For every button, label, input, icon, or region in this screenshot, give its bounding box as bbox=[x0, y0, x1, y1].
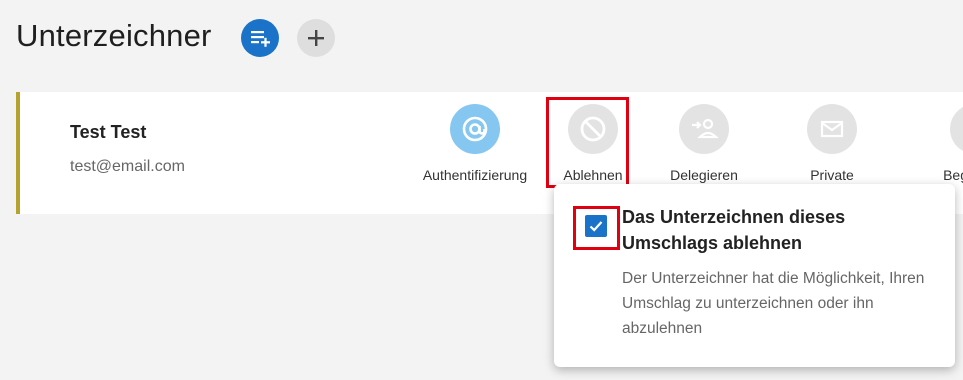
popover-title: Das Unterzeichnen dieses Umschlags ableh… bbox=[622, 207, 846, 253]
decline-popover: Das Unterzeichnen dieses Umschlags ableh… bbox=[554, 184, 955, 367]
circle-icon bbox=[950, 104, 963, 154]
signer-email: test@email.com bbox=[70, 158, 185, 175]
page-title: Unterzeichner bbox=[16, 18, 212, 53]
at-icon bbox=[462, 116, 488, 142]
option-more[interactable]: Beg… k… bbox=[910, 104, 963, 183]
add-button[interactable] bbox=[297, 19, 335, 57]
decline-checkbox[interactable] bbox=[585, 215, 607, 237]
plus-icon bbox=[308, 30, 324, 46]
option-delegieren[interactable]: Delegieren bbox=[639, 104, 769, 183]
option-label: Delegieren bbox=[670, 167, 738, 183]
option-private[interactable]: Private bbox=[767, 104, 897, 183]
option-label: Private bbox=[810, 167, 854, 183]
option-authentifizierung[interactable]: Authentifizierung bbox=[410, 104, 540, 183]
popover-description: Der Unterzeichner hat die Möglichkeit, I… bbox=[622, 270, 925, 337]
option-label: Beg… k… bbox=[943, 167, 963, 183]
playlist-add-icon bbox=[251, 31, 270, 47]
delegate-icon bbox=[692, 118, 719, 139]
add-signer-list-button[interactable] bbox=[241, 19, 279, 57]
block-icon bbox=[580, 116, 606, 142]
mail-icon bbox=[820, 120, 844, 138]
checkmark-icon bbox=[589, 221, 603, 232]
signer-name: Test Test bbox=[70, 122, 147, 142]
option-label: Authentifizierung bbox=[422, 167, 528, 183]
